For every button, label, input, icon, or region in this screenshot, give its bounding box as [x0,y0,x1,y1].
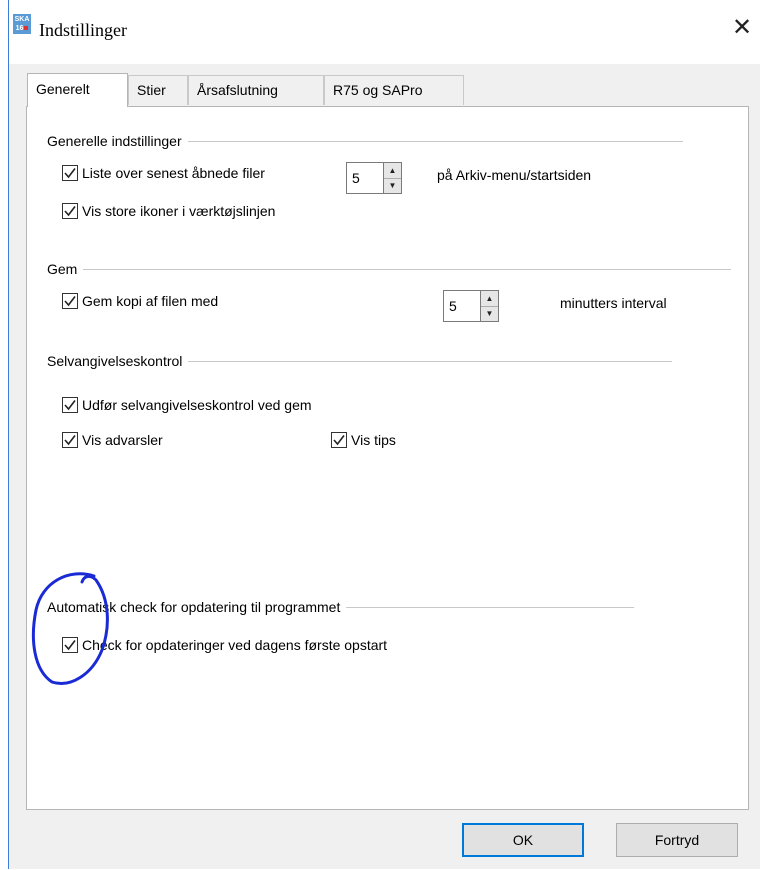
app-icon-text-top: SKA [14,16,30,23]
cancel-button[interactable]: Fortryd [616,823,738,857]
spin-up-icon[interactable]: ▲ [384,163,401,179]
checkbox-icon [62,397,78,413]
title-bar: SKA 16 Indstillinger ✕ [9,0,760,64]
checkbox-icon [62,165,78,181]
save-interval-suffix: minutters interval [560,295,667,311]
window-title: Indstillinger [39,20,127,40]
recent-files-checkbox[interactable]: Liste over senest åbnede filer [62,165,265,181]
tab-arsafslutning[interactable]: Årsafslutning [188,75,324,105]
group-header-update-text: Automatisk check for opdatering til prog… [47,599,341,615]
group-header-general-text: Generelle indstillinger [47,133,182,149]
spin-down-icon[interactable]: ▼ [481,307,498,322]
recent-files-count-stepper[interactable]: 5 ▲ ▼ [346,162,402,194]
group-header-save: Gem [47,261,732,277]
checkbox-icon [62,432,78,448]
close-icon[interactable]: ✕ [728,14,756,42]
large-icons-checkbox[interactable]: Vis store ikoner i værktøjslinjen [62,203,275,219]
check-updates-checkbox[interactable]: Check for opdateringer ved dagens første… [62,637,387,653]
run-check-on-save-label: Udfør selvangivelseskontrol ved gem [82,397,312,413]
checkbox-icon [62,637,78,653]
save-interval-value[interactable]: 5 [443,290,481,322]
save-copy-checkbox[interactable]: Gem kopi af filen med [62,293,218,309]
tab-generelt[interactable]: Generelt [27,73,128,107]
show-tips-label: Vis tips [351,432,396,448]
large-icons-label: Vis store ikoner i værktøjslinjen [82,203,276,219]
app-icon-text-bottom: 16 [15,25,24,32]
ok-button[interactable]: OK [462,823,584,857]
group-header-general: Generelle indstillinger [47,133,683,149]
group-header-tax-check-text: Selvangivelseskontrol [47,353,183,369]
show-warnings-label: Vis advarsler [82,432,163,448]
group-header-update: Automatisk check for opdatering til prog… [47,599,635,615]
group-header-save-text: Gem [47,261,78,277]
save-copy-label: Gem kopi af filen med [82,293,219,309]
settings-dialog: SKA 16 Indstillinger ✕ Generelt Stier År… [8,0,760,869]
tab-panel-generelt: Generelle indstillinger Liste over senes… [26,106,749,810]
show-tips-checkbox[interactable]: Vis tips [331,432,396,448]
save-interval-stepper[interactable]: 5 ▲ ▼ [443,290,499,322]
app-icon: SKA 16 [13,14,31,34]
spin-up-icon[interactable]: ▲ [481,291,498,307]
recent-files-suffix: på Arkiv-menu/startsiden [437,167,592,183]
checkbox-icon [62,293,78,309]
spin-down-icon[interactable]: ▼ [384,179,401,194]
run-check-on-save-checkbox[interactable]: Udfør selvangivelseskontrol ved gem [62,397,312,413]
recent-files-label: Liste over senest åbnede filer [82,165,265,181]
tab-r75-og-sapro[interactable]: R75 og SAPro [324,75,464,105]
checkbox-icon [62,203,78,219]
show-warnings-checkbox[interactable]: Vis advarsler [62,432,163,448]
recent-files-count-value[interactable]: 5 [346,162,384,194]
group-header-tax-check: Selvangivelseskontrol [47,353,673,369]
tab-stier[interactable]: Stier [128,75,188,105]
check-updates-label: Check for opdateringer ved dagens første… [82,637,388,653]
checkbox-icon [331,432,347,448]
